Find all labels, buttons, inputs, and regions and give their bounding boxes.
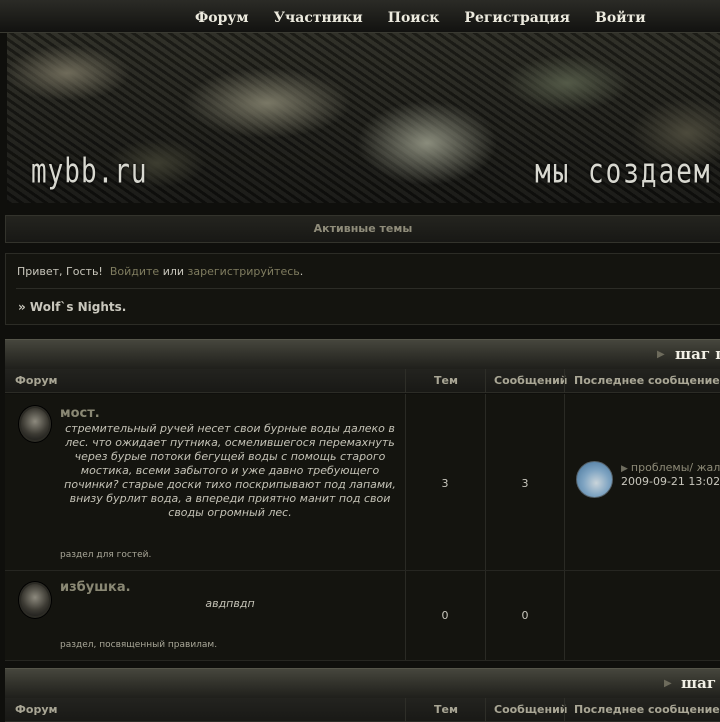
- top-navigation: Форум Участники Поиск Регистрация Войти: [0, 0, 720, 33]
- nav-register-link[interactable]: Регистрация: [464, 10, 570, 26]
- row-divider: [564, 571, 565, 660]
- welcome-panel: Привет, Гость! Войдите или зарегистрируй…: [5, 253, 720, 325]
- forum-status-icon: [19, 406, 51, 442]
- column-divider: [564, 369, 565, 393]
- nav-members-link[interactable]: Участники: [274, 10, 363, 26]
- active-topics-link[interactable]: Активные темы: [5, 215, 720, 243]
- posts-count: 0: [521, 609, 529, 622]
- column-divider: [405, 698, 406, 722]
- column-posts: Сообщений: [494, 374, 568, 387]
- nav-links: Форум Участники Поиск Регистрация Войти: [195, 7, 666, 26]
- column-divider: [564, 698, 565, 722]
- banner-logo: mybb.ru: [31, 152, 148, 192]
- welcome-greeting-line: Привет, Гость! Войдите или зарегистрируй…: [17, 265, 303, 278]
- column-last-post: Последнее сообщение: [574, 703, 720, 716]
- topics-count: 3: [441, 477, 449, 490]
- forum-note: раздел для гостей.: [60, 550, 152, 560]
- posts-count: 3: [521, 477, 529, 490]
- category-header: ▶ шаг п: [5, 339, 720, 369]
- column-topics: Тем: [434, 374, 458, 387]
- forum-name-link[interactable]: мост.: [60, 406, 100, 421]
- nav-forum-link[interactable]: Форум: [195, 10, 249, 26]
- forum-description: авдпвдп: [205, 597, 255, 610]
- category-arrow-icon: ▶: [657, 349, 665, 360]
- forum-description: стремительный ручей несет свои бурные во…: [64, 422, 396, 519]
- category-arrow-icon: ▶: [664, 678, 672, 689]
- topics-count: 0: [441, 609, 449, 622]
- last-post-arrow-icon: ▶: [621, 464, 628, 474]
- column-posts: Сообщений: [494, 703, 568, 716]
- column-forum: Форум: [15, 703, 58, 716]
- nav-login-link[interactable]: Войти: [595, 10, 646, 26]
- column-header: Форум Тем Сообщений Последнее сообщение: [5, 369, 720, 393]
- forum-banner[interactable]: mybb.ru мы создаем общ: [7, 33, 720, 203]
- breadcrumb[interactable]: » Wolf`s Nights.: [18, 300, 126, 314]
- column-divider: [485, 698, 486, 722]
- column-header: Форум Тем Сообщений Последнее сообщение: [5, 698, 720, 722]
- last-post-title[interactable]: проблемы/ жал: [631, 461, 720, 474]
- category-title[interactable]: шаг: [681, 674, 716, 692]
- register-link[interactable]: зарегистрируйтесь: [188, 265, 300, 278]
- last-post-date: 2009-09-21 13:02: [621, 475, 720, 488]
- column-topics: Тем: [434, 703, 458, 716]
- column-forum: Форум: [15, 374, 58, 387]
- welcome-divider: [16, 288, 720, 289]
- or-text: или: [162, 265, 185, 278]
- period-text: .: [299, 265, 304, 278]
- forum-row: мост. стремительный ручей несет свои бур…: [5, 394, 720, 571]
- column-divider: [405, 369, 406, 393]
- greeting-text: Привет, Гость!: [17, 265, 103, 278]
- forum-note: раздел, посвященный правилам.: [60, 640, 218, 650]
- last-poster-avatar[interactable]: [576, 461, 613, 498]
- column-divider: [485, 369, 486, 393]
- forum-row: избушка. авдпвдп раздел, посвященный пра…: [5, 571, 720, 661]
- banner-tagline: мы создаем общ: [535, 152, 720, 192]
- column-last-post: Последнее сообщение: [574, 374, 720, 387]
- row-divider: [564, 394, 565, 570]
- category-title[interactable]: шаг п: [675, 345, 720, 363]
- login-link[interactable]: Войдите: [110, 265, 159, 278]
- nav-search-link[interactable]: Поиск: [388, 10, 440, 26]
- forum-status-icon: [19, 582, 51, 618]
- category-header: ▶ шаг: [5, 668, 720, 698]
- forum-name-link[interactable]: избушка.: [60, 580, 131, 595]
- last-post-link[interactable]: ▶ проблемы/ жал: [621, 461, 720, 474]
